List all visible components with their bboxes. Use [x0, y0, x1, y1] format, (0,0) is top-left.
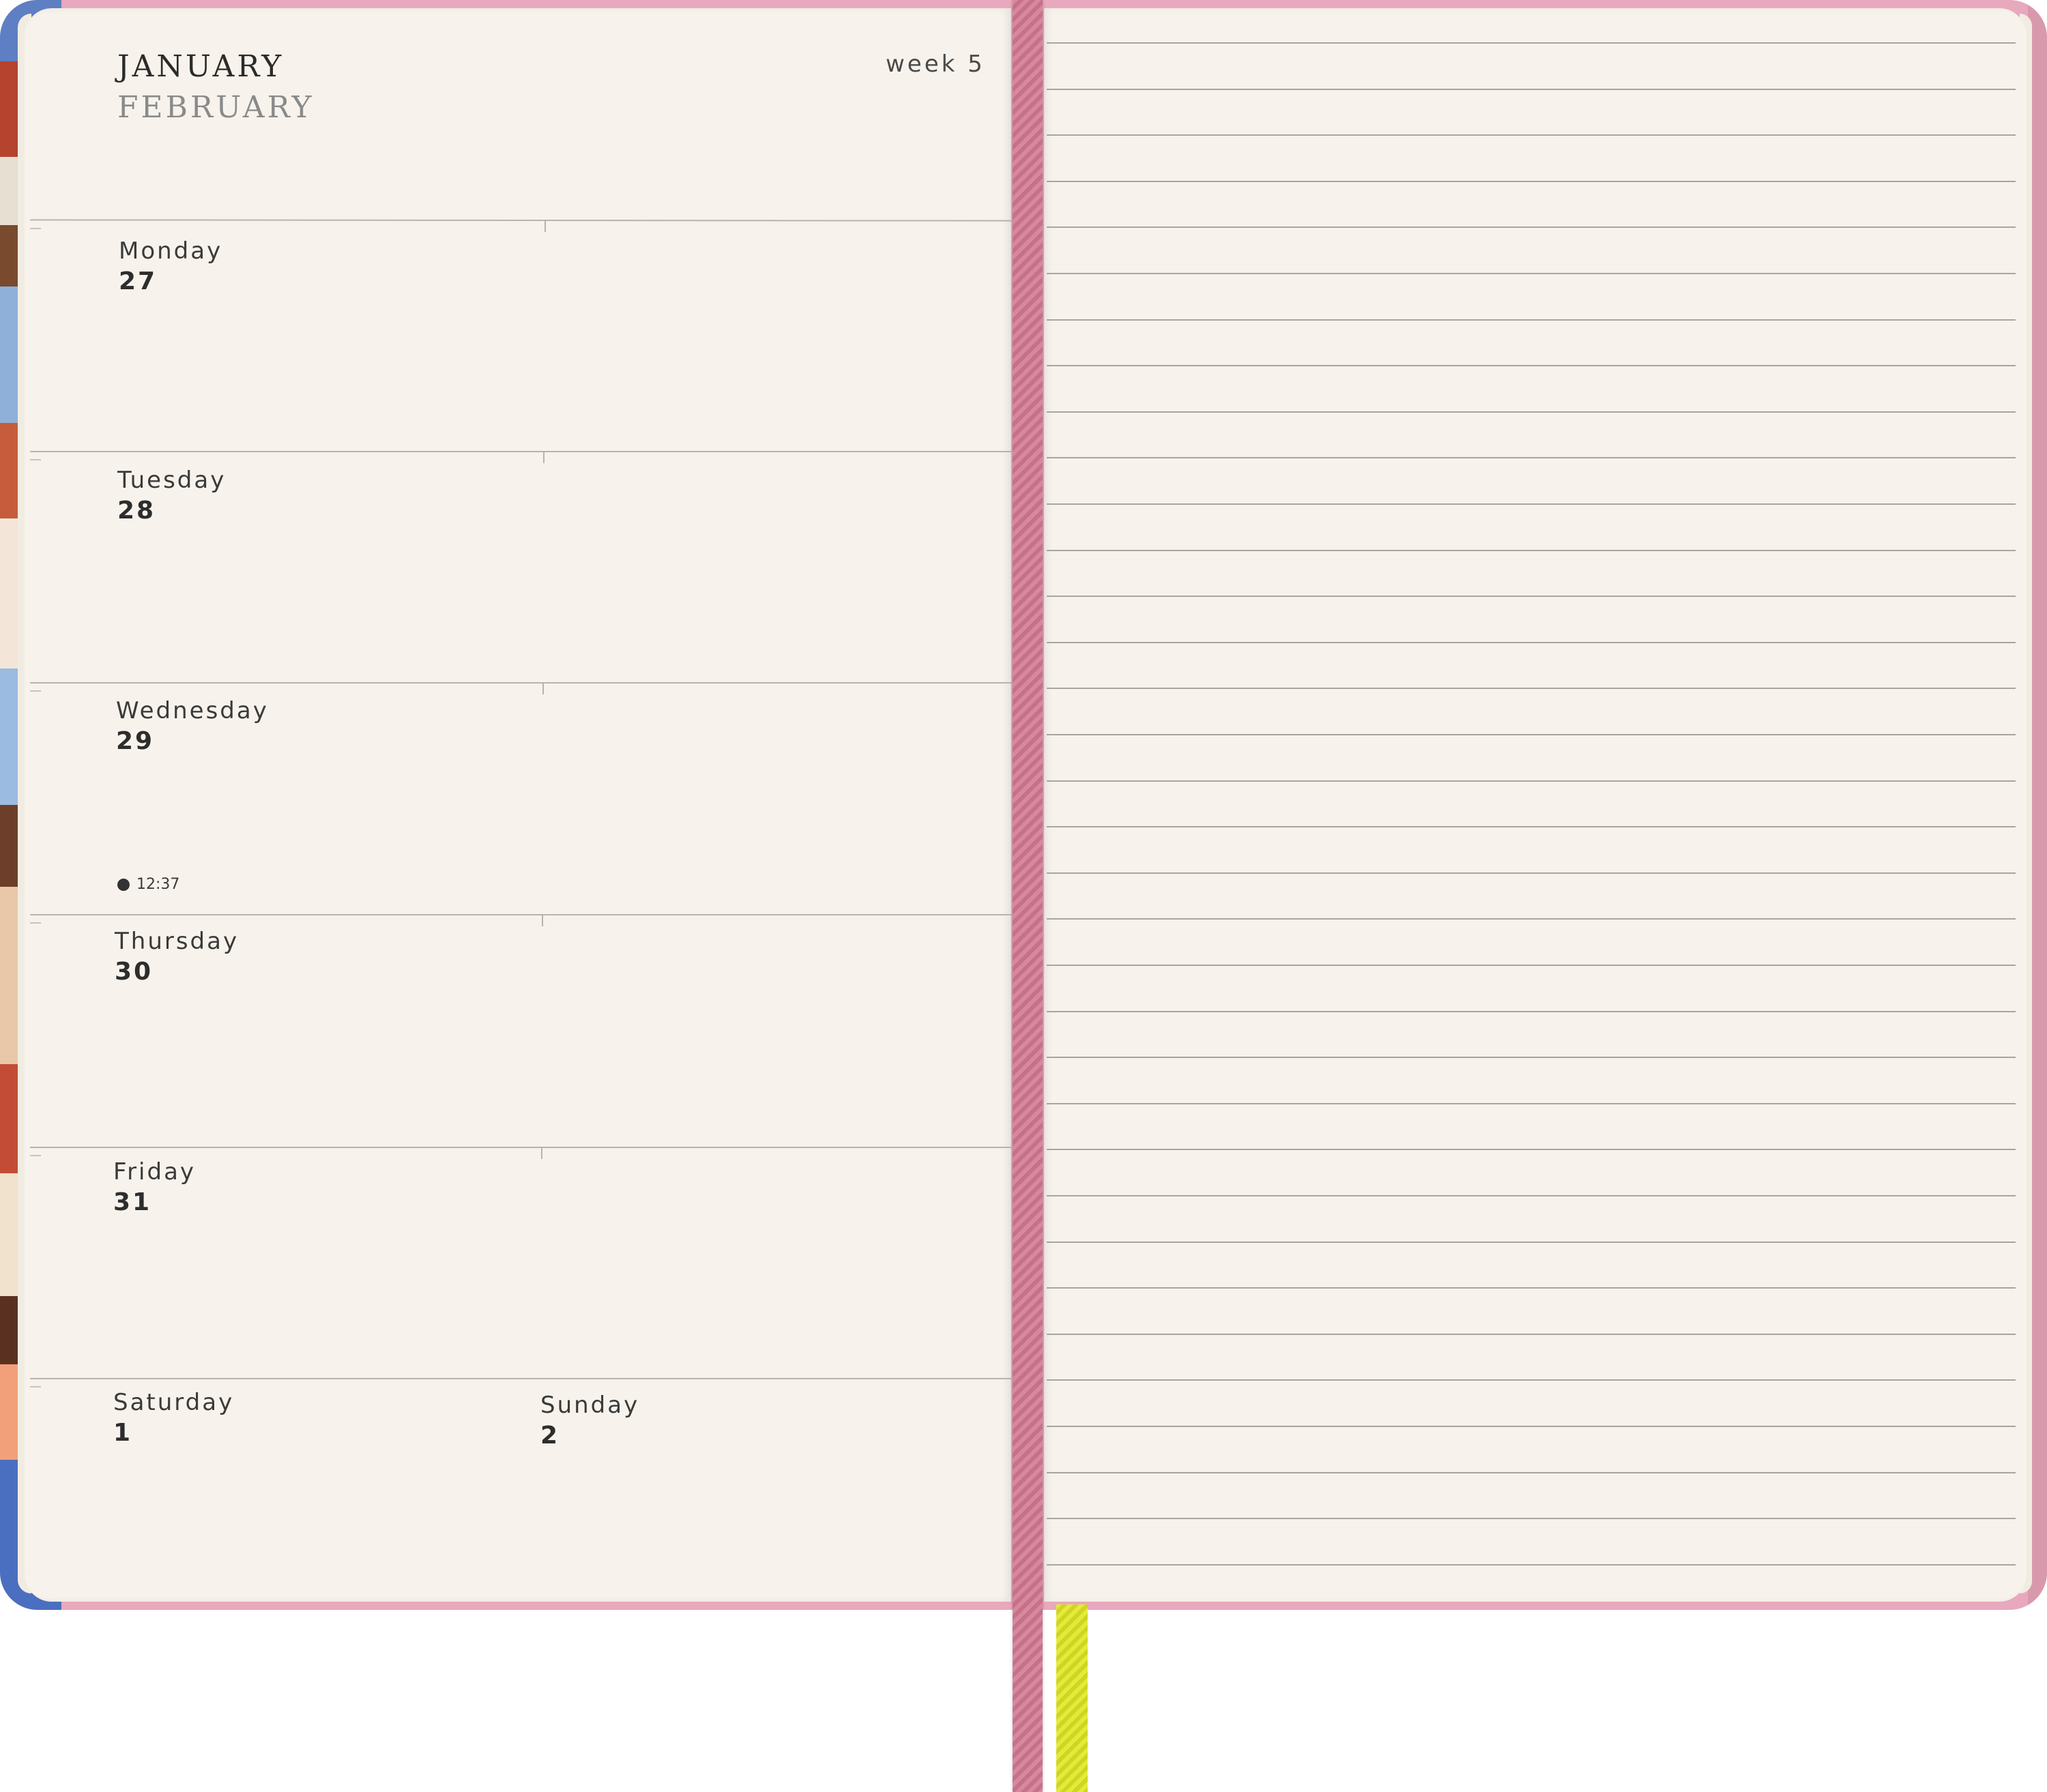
day-name-sunday: Sunday — [540, 1392, 640, 1419]
moon-phase-time: 12:37 — [136, 876, 180, 893]
right-page-ruled-notes — [1044, 8, 2027, 1602]
ruled-line — [1047, 226, 2016, 228]
ruled-line — [1047, 503, 2016, 505]
ruled-line — [1047, 550, 2016, 551]
day-number-monday: 27 — [119, 267, 158, 295]
ruled-line — [1047, 918, 2016, 920]
ruled-line — [1047, 1564, 2016, 1566]
day-number-thursday: 30 — [115, 958, 154, 986]
ruled-line — [1047, 1011, 2016, 1012]
week-number: week 5 — [886, 50, 985, 78]
ruled-line — [1047, 826, 2016, 827]
day-divider — [30, 451, 1011, 452]
ruled-line — [1047, 42, 2016, 44]
day-number-saturday: 1 — [113, 1419, 133, 1447]
day-number-friday: 31 — [113, 1188, 152, 1216]
column-tick — [541, 1147, 542, 1159]
ruled-line — [1047, 734, 2016, 735]
margin-mark — [30, 228, 41, 229]
ruled-line — [1047, 1057, 2016, 1058]
bookmark-ribbon-pink[interactable] — [1013, 0, 1043, 1792]
ruled-line — [1047, 319, 2016, 321]
ruled-line — [1047, 1287, 2016, 1289]
ruled-line — [1047, 688, 2016, 689]
ruled-line — [1047, 1103, 2016, 1104]
bookmark-ribbon-yellow[interactable] — [1056, 1604, 1088, 1792]
day-name-tuesday: Tuesday — [117, 467, 227, 494]
ruled-line — [1047, 1195, 2016, 1196]
day-number-tuesday: 28 — [117, 497, 156, 525]
margin-mark — [30, 1155, 41, 1156]
day-name-friday: Friday — [113, 1158, 197, 1186]
ruled-line — [1047, 89, 2016, 90]
day-number-sunday: 2 — [540, 1422, 560, 1450]
day-name-wednesday: Wednesday — [116, 697, 269, 724]
day-divider — [30, 914, 1011, 915]
day-name-monday: Monday — [119, 237, 223, 265]
notebook-photo: JANUARY FEBRUARY week 5 Monday 27 Tuesda… — [0, 0, 2047, 1792]
ruled-line — [1047, 134, 2016, 136]
ruled-line — [1047, 1149, 2016, 1150]
day-divider — [30, 682, 1011, 684]
ruled-line — [1047, 1518, 2016, 1519]
margin-mark — [30, 690, 41, 692]
column-tick — [543, 451, 545, 463]
column-tick — [542, 914, 543, 926]
day-number-wednesday: 29 — [116, 727, 155, 755]
ruled-line — [1047, 642, 2016, 643]
column-tick — [545, 220, 546, 232]
ruled-line — [1047, 1426, 2016, 1427]
ruled-line — [1047, 780, 2016, 782]
day-divider — [30, 1147, 1011, 1148]
month-title-secondary: FEBRUARY — [117, 90, 315, 125]
ruled-line — [1047, 1242, 2016, 1243]
day-divider — [30, 1378, 1011, 1379]
ruled-line — [1047, 365, 2016, 366]
ruled-line — [1047, 1472, 2016, 1473]
margin-mark — [30, 1386, 41, 1387]
ruled-line — [1047, 273, 2016, 274]
column-tick — [542, 682, 544, 694]
ruled-line — [1047, 181, 2016, 182]
ruled-line — [1047, 411, 2016, 413]
ruled-line — [1047, 457, 2016, 458]
margin-mark — [30, 922, 41, 924]
ruled-line — [1047, 1334, 2016, 1335]
ruled-line — [1047, 872, 2016, 874]
ruled-line — [1047, 596, 2016, 597]
ruled-line — [1047, 1379, 2016, 1381]
day-name-saturday: Saturday — [113, 1389, 235, 1416]
moon-phase-icon — [117, 879, 130, 891]
margin-mark — [30, 459, 41, 460]
day-name-thursday: Thursday — [115, 928, 239, 955]
month-title-primary: JANUARY — [117, 49, 285, 84]
ruled-line — [1047, 965, 2016, 966]
